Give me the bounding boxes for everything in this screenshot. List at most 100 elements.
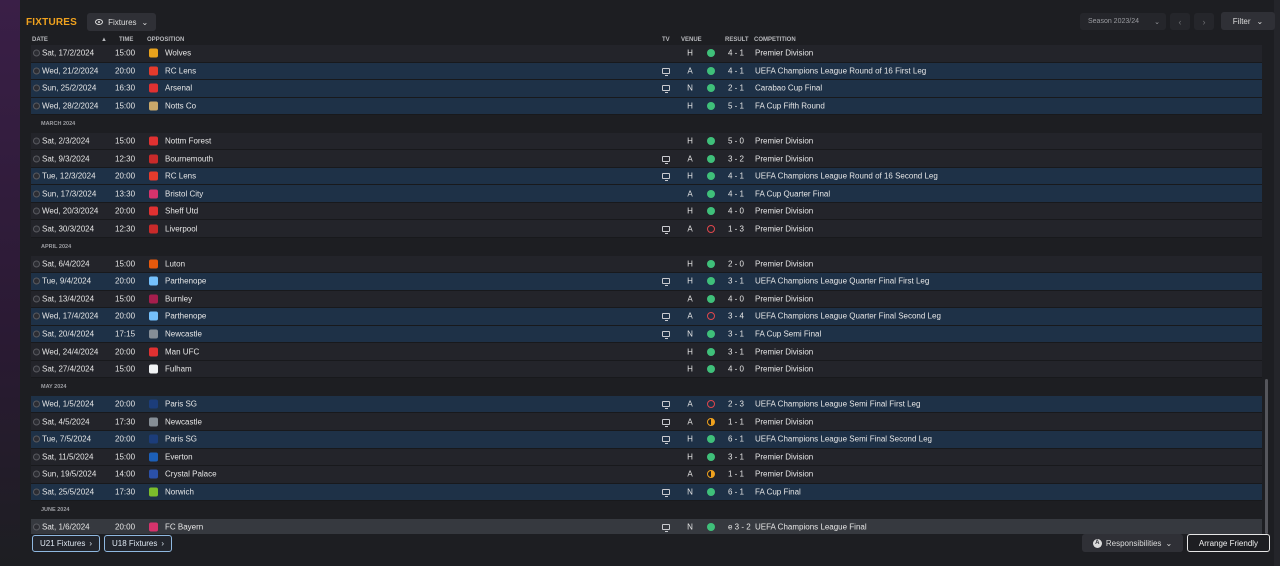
fixture-score[interactable]: 4 - 0 (728, 294, 744, 303)
fixture-row[interactable]: Wed, 20/3/2024 20:00 Sheff Utd H 4 - 0 Premie… (31, 202, 1262, 221)
fixture-row[interactable]: Sat, 2/3/2024 15:00 Nottm Forest H 5 - 0 Prem… (31, 132, 1262, 151)
opposition-link[interactable]: Crystal Palace (165, 470, 217, 479)
column-header-opposition[interactable]: OPPOSITION (147, 37, 184, 43)
season-selector[interactable]: Season 2023/24 ⌄ (1080, 13, 1166, 30)
fixture-row[interactable]: Sat, 27/4/2024 15:00 Fulham H 4 - 0 Premier D… (31, 360, 1262, 379)
fixture-score[interactable]: 3 - 1 (728, 330, 744, 339)
competition-link[interactable]: UEFA Champions League Round of 16 Second… (755, 172, 938, 181)
competition-link[interactable]: Premier Division (755, 294, 813, 303)
competition-link[interactable]: Premier Division (755, 365, 813, 374)
fixture-row[interactable]: Sat, 17/2/2024 15:00 Wolves H 4 - 1 Premier D… (31, 45, 1262, 63)
fixture-row[interactable]: Wed, 24/4/2024 20:00 Man UFC H 3 - 1 Premier … (31, 343, 1262, 361)
opposition-link[interactable]: Paris SG (165, 435, 197, 444)
fixture-score[interactable]: 3 - 1 (728, 452, 744, 461)
opposition-link[interactable]: Man UFC (165, 347, 199, 356)
fixture-score[interactable]: 1 - 3 (728, 224, 744, 233)
competition-link[interactable]: UEFA Champions League Semi Final Second … (755, 435, 932, 444)
fixture-row[interactable]: Sat, 4/5/2024 17:30 Newcastle A 1 - 1 Premier… (31, 413, 1262, 432)
fixture-row[interactable]: Sat, 30/3/2024 12:30 Liverpool A 1 - 3 Premie… (31, 220, 1262, 239)
column-header-venue[interactable]: VENUE (681, 37, 702, 43)
fixture-row[interactable]: Sat, 6/4/2024 15:00 Luton H 2 - 0 Premier Div… (31, 255, 1262, 274)
fixture-score[interactable]: e 3 - 2 (728, 523, 751, 532)
opposition-link[interactable]: Newcastle (165, 417, 202, 426)
fixture-score[interactable]: 2 - 3 (728, 400, 744, 409)
opposition-link[interactable]: Norwich (165, 487, 194, 496)
competition-link[interactable]: Carabao Cup Final (755, 84, 822, 93)
competition-link[interactable]: UEFA Champions League Final (755, 523, 867, 532)
competition-link[interactable]: Premier Division (755, 452, 813, 461)
competition-link[interactable]: FA Cup Final (755, 487, 801, 496)
opposition-link[interactable]: Bristol City (165, 189, 203, 198)
scrollbar-thumb[interactable] (1265, 379, 1268, 534)
fixture-row[interactable]: Wed, 1/5/2024 20:00 Paris SG A 2 - 3 UEFA Cha… (31, 395, 1262, 414)
view-selector-button[interactable]: Fixtures ⌄ (87, 13, 157, 31)
fixture-score[interactable]: 2 - 1 (728, 84, 744, 93)
opposition-link[interactable]: Sheff Utd (165, 207, 198, 216)
fixture-row[interactable]: Wed, 17/4/2024 20:00 Parthenope A 3 - 4 UEFA … (31, 308, 1262, 326)
fixture-row[interactable]: Tue, 12/3/2024 20:00 RC Lens H 4 - 1 UEFA Cha… (31, 167, 1262, 186)
competition-link[interactable]: UEFA Champions League Semi Final First L… (755, 400, 920, 409)
opposition-link[interactable]: Everton (165, 452, 193, 461)
opposition-link[interactable]: Bournemouth (165, 154, 213, 163)
fixture-row[interactable]: Wed, 21/2/2024 20:00 RC Lens A 4 - 1 UEFA Cha… (31, 62, 1262, 81)
column-header-tv[interactable]: TV (662, 37, 670, 43)
fixture-row[interactable]: Wed, 28/2/2024 15:00 Notts Co H 5 - 1 FA Cup … (31, 97, 1262, 116)
competition-link[interactable]: Premier Division (755, 259, 813, 268)
opposition-link[interactable]: Arsenal (165, 84, 192, 93)
fixture-score[interactable]: 3 - 4 (728, 312, 744, 321)
fixture-row[interactable]: Tue, 9/4/2024 20:00 Parthenope H 3 - 1 UEFA C… (31, 273, 1262, 291)
fixture-score[interactable]: 3 - 1 (728, 277, 744, 286)
opposition-link[interactable]: RC Lens (165, 66, 196, 75)
fixture-score[interactable]: 1 - 1 (728, 470, 744, 479)
competition-link[interactable]: FA Cup Semi Final (755, 330, 821, 339)
opposition-link[interactable]: Fulham (165, 365, 192, 374)
fixture-score[interactable]: 5 - 1 (728, 101, 744, 110)
responsibilities-button[interactable]: A Responsibilities ⌄ (1082, 534, 1183, 552)
u18-fixtures-button[interactable]: U18 Fixtures › (104, 535, 172, 552)
competition-link[interactable]: UEFA Champions League Round of 16 First … (755, 66, 926, 75)
opposition-link[interactable]: FC Bayern (165, 523, 203, 532)
competition-link[interactable]: FA Cup Fifth Round (755, 101, 825, 110)
opposition-link[interactable]: Luton (165, 259, 185, 268)
competition-link[interactable]: Premier Division (755, 470, 813, 479)
fixture-row[interactable]: Sat, 25/5/2024 17:30 Norwich N 6 - 1 FA Cup F… (31, 483, 1262, 502)
fixture-score[interactable]: 4 - 1 (728, 172, 744, 181)
fixture-row[interactable]: Sat, 13/4/2024 15:00 Burnley A 4 - 0 Premier … (31, 290, 1262, 309)
competition-link[interactable]: Premier Division (755, 207, 813, 216)
competition-link[interactable]: FA Cup Quarter Final (755, 189, 830, 198)
column-header-date[interactable]: DATE (32, 37, 48, 43)
opposition-link[interactable]: Parthenope (165, 277, 206, 286)
opposition-link[interactable]: RC Lens (165, 172, 196, 181)
competition-link[interactable]: Premier Division (755, 224, 813, 233)
fixture-row[interactable]: Tue, 7/5/2024 20:00 Paris SG H 6 - 1 UEFA Cha… (31, 431, 1262, 449)
fixture-score[interactable]: 6 - 1 (728, 487, 744, 496)
arrange-friendly-button[interactable]: Arrange Friendly (1187, 534, 1270, 552)
previous-season-button[interactable]: ‹ (1170, 13, 1190, 30)
scrollbar[interactable] (1265, 45, 1268, 534)
opposition-link[interactable]: Notts Co (165, 101, 196, 110)
opposition-link[interactable]: Liverpool (165, 224, 197, 233)
fixture-score[interactable]: 3 - 2 (728, 154, 744, 163)
u21-fixtures-button[interactable]: U21 Fixtures › (32, 535, 100, 552)
column-header-competition[interactable]: COMPETITION (754, 37, 796, 43)
fixture-score[interactable]: 4 - 1 (728, 66, 744, 75)
opposition-link[interactable]: Parthenope (165, 312, 206, 321)
opposition-link[interactable]: Wolves (165, 49, 191, 58)
fixture-score[interactable]: 2 - 0 (728, 259, 744, 268)
fixture-row[interactable]: Sun, 17/3/2024 13:30 Bristol City A 4 - 1 FA … (31, 185, 1262, 203)
filter-button[interactable]: Filter ⌄ (1221, 12, 1275, 30)
competition-link[interactable]: UEFA Champions League Quarter Final Seco… (755, 312, 941, 321)
fixture-row[interactable]: Sat, 1/6/2024 20:00 FC Bayern Ne 3 - 2 UEFA … (31, 518, 1262, 534)
competition-link[interactable]: Premier Division (755, 347, 813, 356)
fixture-row[interactable]: Sat, 9/3/2024 12:30 Bournemouth A 3 - 2 Premi… (31, 150, 1262, 168)
competition-link[interactable]: Premier Division (755, 49, 813, 58)
competition-link[interactable]: Premier Division (755, 154, 813, 163)
competition-link[interactable]: UEFA Champions League Quarter Final Firs… (755, 277, 929, 286)
competition-link[interactable]: Premier Division (755, 137, 813, 146)
fixture-score[interactable]: 5 - 0 (728, 137, 744, 146)
fixture-score[interactable]: 1 - 1 (728, 417, 744, 426)
fixture-score[interactable]: 4 - 1 (728, 189, 744, 198)
opposition-link[interactable]: Paris SG (165, 400, 197, 409)
fixture-score[interactable]: 3 - 1 (728, 347, 744, 356)
opposition-link[interactable]: Burnley (165, 294, 192, 303)
